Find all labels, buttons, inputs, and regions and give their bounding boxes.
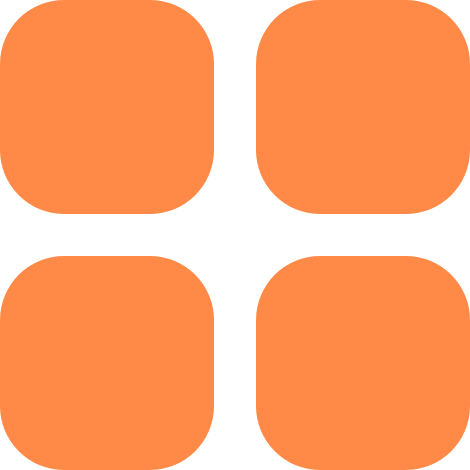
grid-apps-icon (0, 0, 470, 470)
grid-tile-top-right (256, 0, 470, 214)
grid-tile-bottom-right (256, 256, 470, 470)
grid-tile-bottom-left (0, 256, 214, 470)
grid-tile-top-left (0, 0, 214, 214)
